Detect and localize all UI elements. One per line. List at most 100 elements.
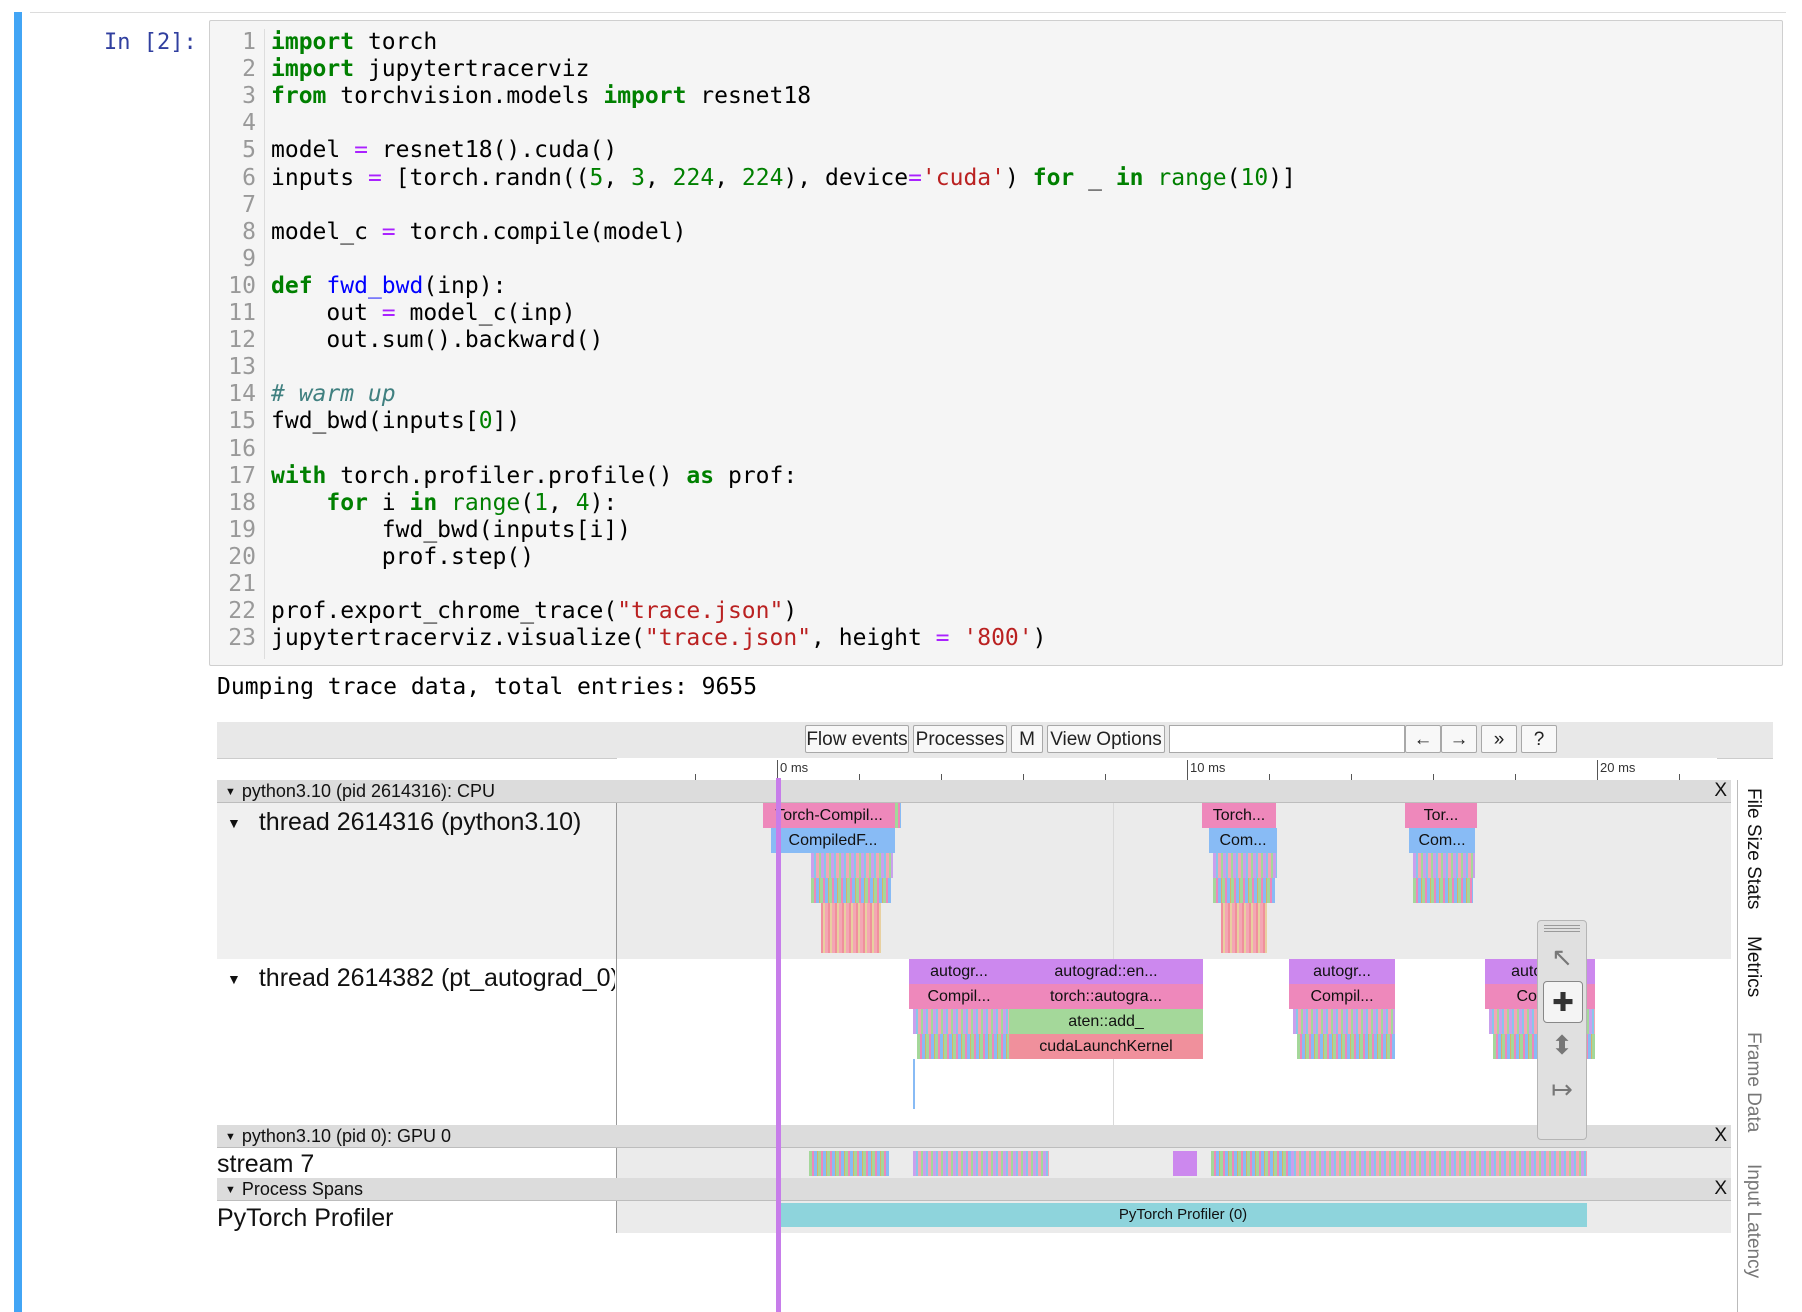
collapse-triangle-icon[interactable]: ▼ <box>225 781 236 803</box>
line-number: 5 <box>242 137 256 164</box>
slice-ops-3b[interactable] <box>1413 878 1473 903</box>
code-token: 224 <box>672 164 715 191</box>
slice-torch-compile-2[interactable]: Torch... <box>1202 803 1276 828</box>
code-line[interactable]: import torch <box>271 29 437 56</box>
slice-torch-autograd[interactable]: torch::autogra... <box>1009 984 1203 1009</box>
tab-input-latency[interactable]: Input Latency <box>1742 1164 1764 1278</box>
pan-mode-icon[interactable]: ✚ <box>1543 981 1583 1023</box>
thread-track-stream[interactable] <box>617 1148 1731 1178</box>
slice-ops-1b[interactable] <box>811 878 891 903</box>
code-editor[interactable]: 1 2 3 4 5 6 7 8 9 10 11 12 13 14 15 16 17 18 19 20 21 22 23 im… <box>209 20 1783 666</box>
code-line[interactable]: def fwd_bwd(inp): <box>271 273 506 300</box>
code-line[interactable]: prof.export_chrome_trace("trace.json") <box>271 598 797 625</box>
slice-kernels-1[interactable] <box>809 1151 889 1176</box>
process-header-gpu[interactable]: ▼ python3.10 (pid 0): GPU 0 X <box>217 1125 1731 1148</box>
close-process-button[interactable]: X <box>1714 1178 1727 1200</box>
slice-kernels-2[interactable] <box>913 1151 1049 1176</box>
slice-sliver[interactable] <box>913 1059 915 1109</box>
slice-ops-a1b[interactable] <box>917 1034 1009 1059</box>
processes-button[interactable]: Processes <box>913 725 1007 753</box>
slice-kernels-4[interactable] <box>1211 1151 1291 1176</box>
slice-ops-2[interactable] <box>1213 853 1277 878</box>
slice-ops-1c[interactable] <box>821 903 881 953</box>
slice-compil-2[interactable]: Compil... <box>1289 984 1395 1009</box>
flow-events-button[interactable]: Flow events <box>805 725 909 753</box>
slice-ops-2b[interactable] <box>1213 878 1275 903</box>
slice-ops-a2b[interactable] <box>1297 1034 1395 1059</box>
code-token: prof.step() <box>271 543 535 570</box>
help-button[interactable]: ? <box>1521 725 1557 753</box>
close-process-button[interactable]: X <box>1714 780 1727 802</box>
collapse-triangle-icon[interactable]: ▼ <box>227 815 241 831</box>
code-line[interactable]: for i in range(1, 4): <box>271 490 617 517</box>
view-options-button[interactable]: View Options <box>1047 725 1165 753</box>
process-header-spans[interactable]: ▼ Process Spans X <box>217 1178 1731 1201</box>
collapse-triangle-icon[interactable]: ▼ <box>225 1126 236 1148</box>
slice-compil-1[interactable]: Compil... <box>909 984 1009 1009</box>
process-header-cpu[interactable]: ▼ python3.10 (pid 2614316): CPU X <box>217 780 1731 803</box>
code-line[interactable]: out.sum().backward() <box>271 327 603 354</box>
code-line[interactable]: fwd_bwd(inputs[0]) <box>271 408 520 435</box>
tab-frame-data[interactable]: Frame Data <box>1742 1032 1764 1132</box>
slice-pytorch-profiler[interactable]: PyTorch Profiler (0) <box>779 1203 1587 1227</box>
slice-autograd-2[interactable]: autogr... <box>1289 959 1395 984</box>
slice-ops-2c[interactable] <box>1221 903 1267 953</box>
thread-label-main[interactable]: ▼ thread 2614316 (python3.10) <box>217 808 615 837</box>
selection-mode-icon[interactable]: ↖ <box>1543 937 1581 977</box>
search-input[interactable] <box>1169 725 1405 753</box>
slice-torch-compile-1[interactable]: Torch-Compil... <box>763 803 895 828</box>
tab-file-size-stats[interactable]: File Size Stats <box>1742 788 1764 909</box>
slice-kernels-5[interactable] <box>1291 1151 1587 1176</box>
collapse-triangle-icon[interactable]: ▼ <box>227 971 241 987</box>
trace-viewer[interactable]: Flow events Processes M View Options ← →… <box>217 722 1774 1312</box>
code-line[interactable]: import jupytertracerviz <box>271 56 590 83</box>
close-process-button[interactable]: X <box>1714 1125 1727 1147</box>
slice-compiled-1[interactable]: CompiledF... <box>771 828 895 853</box>
zoom-mode-icon[interactable]: ⬍ <box>1543 1025 1581 1065</box>
slice-kernels-3[interactable] <box>1173 1151 1197 1176</box>
slice-autograd-engine[interactable]: autograd::en... <box>1009 959 1203 984</box>
time-ruler[interactable]: 0 ms 10 ms 20 ms <box>617 758 1717 781</box>
code-token: 0 <box>478 408 493 435</box>
code-line[interactable]: prof.step() <box>271 544 534 571</box>
code-line[interactable]: inputs = [torch.randn((5, 3, 224, 224), … <box>271 165 1296 192</box>
drag-handle[interactable] <box>1544 924 1580 932</box>
slice-ops-a1[interactable] <box>913 1009 1009 1034</box>
slice-ops-a2[interactable] <box>1293 1009 1395 1034</box>
code-line[interactable]: model = resnet18().cuda() <box>271 137 617 164</box>
thread-label-stream[interactable]: stream 7 <box>217 1150 615 1179</box>
code-line[interactable]: # warm up <box>271 381 396 408</box>
code-token: model <box>271 137 355 164</box>
search-next-button[interactable]: → <box>1441 725 1477 753</box>
ruler-major-tick <box>777 760 778 780</box>
slice-compiled-2[interactable]: Com... <box>1209 828 1277 853</box>
code-line[interactable]: model_c = torch.compile(model) <box>271 219 686 246</box>
thread-label-autograd[interactable]: ▼ thread 2614382 (pt_autograd_0) <box>217 964 615 993</box>
slice-sliver[interactable] <box>895 803 901 828</box>
slice-ops-3[interactable] <box>1413 853 1475 878</box>
search-previous-button[interactable]: ← <box>1405 725 1441 753</box>
slice-cuda-launch-kernel[interactable]: cudaLaunchKernel <box>1009 1034 1203 1059</box>
slice-aten-add[interactable]: aten::add_ <box>1009 1009 1203 1034</box>
time-cursor-marker[interactable] <box>776 778 781 1312</box>
collapse-triangle-icon[interactable]: ▼ <box>225 1179 236 1201</box>
code-line[interactable]: from torchvision.models import resnet18 <box>271 83 811 110</box>
slice-torch-compile-3[interactable]: Tor... <box>1405 803 1477 828</box>
line-number: 17 <box>228 462 256 489</box>
thread-label-profiler[interactable]: PyTorch Profiler <box>217 1204 615 1233</box>
metadata-button[interactable]: M <box>1011 725 1043 753</box>
slice-compiled-3[interactable]: Com... <box>1409 828 1475 853</box>
tab-metrics[interactable]: Metrics <box>1742 936 1764 997</box>
mouse-mode-panel[interactable]: ↖ ✚ ⬍ ↦ <box>1537 920 1587 1140</box>
code-token: [torch.randn(( <box>381 164 590 191</box>
code-line[interactable]: out = model_c(inp) <box>271 300 575 327</box>
timing-mode-icon[interactable]: ↦ <box>1543 1069 1581 1109</box>
expand-panel-button[interactable]: » <box>1481 725 1517 753</box>
slice-autograd-1[interactable]: autogr... <box>909 959 1009 984</box>
code-line[interactable]: jupytertracerviz.visualize("trace.json",… <box>271 625 1047 652</box>
code-line[interactable]: with torch.profiler.profile() as prof: <box>271 463 797 490</box>
code-line[interactable]: fwd_bwd(inputs[i]) <box>271 517 631 544</box>
thread-track-profiler[interactable]: PyTorch Profiler (0) <box>617 1201 1731 1233</box>
slice-ops-1[interactable] <box>811 853 893 878</box>
